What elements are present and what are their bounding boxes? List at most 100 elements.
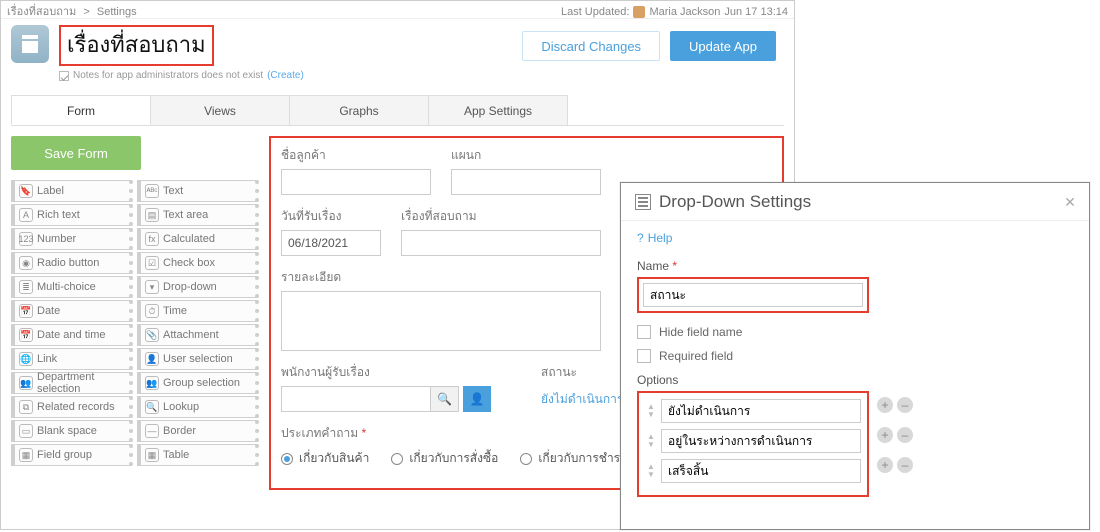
palette-date-and-time[interactable]: 📅Date and time [11, 324, 133, 346]
option-input[interactable] [661, 399, 861, 423]
palette-icon: 📅 [19, 328, 33, 342]
input-dept[interactable] [451, 169, 601, 195]
label-qtype: ประเภทคำถาม * [281, 424, 366, 443]
help-link[interactable]: ?Help [637, 231, 1073, 245]
palette-icon: ▤ [145, 208, 159, 222]
option-add[interactable]: + [877, 397, 893, 413]
palette-icon: 🌐 [19, 352, 33, 366]
panel-options-label: Options [637, 373, 678, 387]
palette-icon: ▦ [145, 448, 159, 462]
option-remove[interactable]: – [897, 427, 913, 443]
palette-radio-button[interactable]: ◉Radio button [11, 252, 133, 274]
label-status: สถานะ [541, 363, 623, 382]
palette-lookup[interactable]: 🔍Lookup [137, 396, 259, 418]
palette-multi-choice[interactable]: ≣Multi-choice [11, 276, 133, 298]
discard-button[interactable]: Discard Changes [522, 31, 660, 61]
drag-handle[interactable]: ▲▼ [645, 399, 657, 423]
breadcrumb-app[interactable]: เรื่องที่สอบถาม [7, 6, 76, 18]
radio-qtype-0[interactable]: เกี่ยวกับสินค้า [281, 449, 369, 468]
palette-attachment[interactable]: 📎Attachment [137, 324, 259, 346]
palette-icon: 🔖 [19, 184, 33, 198]
page-title: เรื่องที่สอบถาม [67, 32, 206, 57]
label-assignee: พนักงานผู้รับเรื่อง [281, 363, 491, 382]
option-remove[interactable]: – [897, 457, 913, 473]
save-form-button[interactable]: Save Form [11, 136, 141, 170]
palette-date[interactable]: 📅Date [11, 300, 133, 322]
app-icon [11, 25, 49, 63]
palette-text[interactable]: ᴬᴮᶜText [137, 180, 259, 202]
input-assignee[interactable] [281, 386, 431, 412]
radio-qtype-1[interactable]: เกี่ยวกับการสั่งซื้อ [391, 449, 498, 468]
tab-graphs[interactable]: Graphs [289, 95, 429, 125]
option-row: ▲▼ [645, 399, 861, 423]
status-value[interactable]: ยังไม่ดำเนินการ [541, 386, 623, 409]
checkbox-required[interactable] [637, 349, 651, 363]
last-updated-label: Last Updated: [561, 3, 630, 21]
drag-handle[interactable]: ▲▼ [645, 429, 657, 453]
input-customer[interactable] [281, 169, 431, 195]
palette-calculated[interactable]: fxCalculated [137, 228, 259, 250]
input-date[interactable]: 06/18/2021 [281, 230, 381, 256]
drag-handle[interactable]: ▲▼ [645, 459, 657, 483]
palette-icon: ᴬᴮᶜ [145, 184, 159, 198]
palette-label[interactable]: 🔖Label [11, 180, 133, 202]
palette-icon: ≣ [19, 280, 33, 294]
palette-check-box[interactable]: ☑Check box [137, 252, 259, 274]
palette-icon: 👤 [145, 352, 159, 366]
palette-related-records[interactable]: ⧉Related records [11, 396, 133, 418]
palette-rich-text[interactable]: ARich text [11, 204, 133, 226]
dropdown-settings-panel: Drop-Down Settings ✕ ?Help Name * Hide f… [620, 182, 1090, 530]
tab-settings[interactable]: App Settings [428, 95, 568, 125]
palette-icon: ⏱ [145, 304, 159, 318]
dropdown-icon [635, 194, 651, 210]
notes-create-link[interactable]: (Create) [267, 70, 304, 81]
palette-icon: ▭ [19, 424, 33, 438]
option-add[interactable]: + [877, 457, 893, 473]
palette-field-group[interactable]: ▦Field group [11, 444, 133, 466]
tab-views[interactable]: Views [150, 95, 290, 125]
last-updated-time: Jun 17 13:14 [724, 3, 788, 21]
checkbox-hide[interactable] [637, 325, 651, 339]
palette-number[interactable]: 123Number [11, 228, 133, 250]
palette-icon: 📅 [19, 304, 33, 318]
last-updated-user: Maria Jackson [649, 3, 720, 21]
panel-name-input[interactable] [643, 283, 863, 307]
breadcrumb-sep: > [83, 6, 89, 18]
close-icon[interactable]: ✕ [1061, 193, 1079, 211]
palette-department-selection[interactable]: 👥Department selection [11, 372, 133, 394]
label-date: วันที่รับเรื่อง [281, 207, 381, 226]
palette-icon: ◉ [19, 256, 33, 270]
palette-icon: ▾ [145, 280, 159, 294]
breadcrumb-current: Settings [97, 6, 137, 18]
palette-group-selection[interactable]: 👥Group selection [137, 372, 259, 394]
palette-blank-space[interactable]: ▭Blank space [11, 420, 133, 442]
palette-border[interactable]: —Border [137, 420, 259, 442]
input-details[interactable] [281, 291, 601, 351]
palette-user-selection[interactable]: 👤User selection [137, 348, 259, 370]
update-button[interactable]: Update App [670, 31, 776, 61]
label-required: Required field [659, 349, 733, 363]
palette-link[interactable]: 🌐Link [11, 348, 133, 370]
palette-table[interactable]: ▦Table [137, 444, 259, 466]
avatar [633, 6, 645, 18]
option-row: ▲▼ [645, 459, 861, 483]
palette-icon: A [19, 208, 33, 222]
palette-icon: 🔍 [145, 400, 159, 414]
palette-icon: ⧉ [19, 400, 33, 414]
tab-form[interactable]: Form [11, 95, 151, 125]
label-hide: Hide field name [659, 325, 742, 339]
label-details: รายละเอียด [281, 268, 601, 287]
option-add[interactable]: + [877, 427, 893, 443]
option-input[interactable] [661, 429, 861, 453]
search-icon[interactable]: 🔍 [431, 386, 459, 412]
label-dept: แผนก [451, 146, 601, 165]
palette-icon: fx [145, 232, 159, 246]
user-icon[interactable]: 👤 [463, 386, 491, 412]
option-input[interactable] [661, 459, 861, 483]
palette-drop-down[interactable]: ▾Drop-down [137, 276, 259, 298]
palette-time[interactable]: ⏱Time [137, 300, 259, 322]
palette-text-area[interactable]: ▤Text area [137, 204, 259, 226]
label-subject: เรื่องที่สอบถาม [401, 207, 601, 226]
option-remove[interactable]: – [897, 397, 913, 413]
input-subject[interactable] [401, 230, 601, 256]
